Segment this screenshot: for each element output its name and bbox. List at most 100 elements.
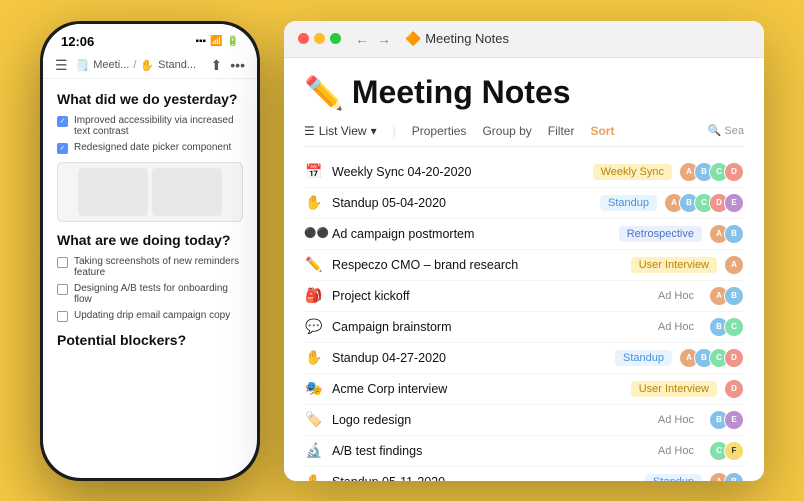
row-tag: User Interview (631, 381, 717, 397)
avatar: E (724, 410, 744, 430)
table-row[interactable]: 🎒 Project kickoff Ad Hoc A B (304, 281, 744, 312)
phone-status-bar: 12:06 ▪▪▪ 📶 🔋 (43, 24, 257, 53)
breadcrumb-part2: Stand... (158, 59, 196, 71)
search-icon: 🔍 (708, 124, 722, 137)
row-icon: ✋ (304, 194, 324, 211)
forward-icon[interactable]: → (377, 31, 391, 47)
checkbox-checked[interactable]: ✓ (57, 116, 68, 127)
row-avatars: A (729, 255, 744, 275)
window-traffic-lights (298, 33, 341, 44)
properties-button[interactable]: Properties (412, 124, 467, 138)
row-tag: Weekly Sync (593, 164, 672, 180)
sort-button[interactable]: Sort (590, 124, 614, 138)
back-icon[interactable]: ← (355, 31, 369, 47)
checklist-text: Taking screenshots of new reminders feat… (74, 256, 243, 278)
table-row[interactable]: 🔬 A/B test findings Ad Hoc C F (304, 436, 744, 467)
checklist-text: Designing A/B tests for onboarding flow (74, 283, 243, 305)
battery-icon: 🔋 (227, 36, 239, 47)
phone-device: 12:06 ▪▪▪ 📶 🔋 ☰ 🗒️ Meeti... / ✋ Stand...… (40, 21, 260, 481)
row-title: A/B test findings (332, 444, 642, 458)
row-tag: Ad Hoc (650, 319, 702, 335)
row-icon: 🎭 (304, 380, 324, 397)
row-tag: User Interview (631, 257, 717, 273)
table-row[interactable]: 📅 Weekly Sync 04-20-2020 Weekly Sync A B… (304, 157, 744, 188)
row-icon: ✋ (304, 473, 324, 481)
more-icon[interactable]: ••• (230, 57, 245, 74)
page-title-text: Meeting Notes (352, 74, 571, 111)
phone-section2-title: What are we doing today? (57, 232, 243, 248)
toolbar: ☰ List View ▾ | Properties Group by Filt… (304, 124, 744, 147)
toolbar-separator: | (393, 124, 396, 138)
row-avatars: C F (714, 441, 744, 461)
maximize-button[interactable] (330, 33, 341, 44)
row-avatars: A B (714, 224, 744, 244)
row-tag: Ad Hoc (650, 288, 702, 304)
table-row[interactable]: 🏷️ Logo redesign Ad Hoc B E (304, 405, 744, 436)
search-bar[interactable]: 🔍 Sea (708, 124, 744, 137)
table-row[interactable]: 🎭 Acme Corp interview User Interview D (304, 374, 744, 405)
row-avatars: A B C D (684, 348, 744, 368)
checkbox-unchecked[interactable] (57, 257, 68, 268)
phone-content: What did we do yesterday? ✓ Improved acc… (43, 79, 257, 478)
phone-topbar: ☰ 🗒️ Meeti... / ✋ Stand... ⬆ ••• (43, 53, 257, 79)
share-icon[interactable]: ⬆ (211, 57, 223, 74)
avatar: B (724, 286, 744, 306)
avatar: D (724, 162, 744, 182)
phone-section3: Potential blockers? (57, 332, 243, 348)
table-row[interactable]: ✋ Standup 05-11-2020 Standup A B (304, 467, 744, 481)
row-icon: 💬 (304, 318, 324, 335)
row-title: Standup 05-11-2020 (332, 475, 637, 481)
phone-checklist-item: Updating drip email campaign copy (57, 310, 243, 322)
phone-screen: 12:06 ▪▪▪ 📶 🔋 ☰ 🗒️ Meeti... / ✋ Stand...… (43, 24, 257, 478)
filter-button[interactable]: Filter (548, 124, 575, 138)
notes-table: 📅 Weekly Sync 04-20-2020 Weekly Sync A B… (304, 157, 744, 481)
group-by-button[interactable]: Group by (482, 124, 531, 138)
row-title: Ad campaign postmortem (332, 227, 611, 241)
checklist-text: Improved accessibility via increased tex… (74, 115, 243, 137)
hamburger-icon[interactable]: ☰ (55, 57, 68, 74)
avatar: B (724, 224, 744, 244)
window-title-icon: 🔶 (405, 31, 421, 47)
avatar: F (724, 441, 744, 461)
row-avatars: B C (714, 317, 744, 337)
phone-checklist-item: ✓ Redesigned date picker component (57, 142, 243, 154)
breadcrumb-icon2: ✋ (140, 59, 154, 72)
phone-time: 12:06 (61, 34, 94, 49)
row-title: Standup 04-27-2020 (332, 351, 607, 365)
row-title: Project kickoff (332, 289, 642, 303)
wifi-icon: 📶 (210, 36, 222, 47)
phone-image-placeholder (57, 162, 243, 222)
row-icon: 🎒 (304, 287, 324, 304)
checkbox-checked[interactable]: ✓ (57, 143, 68, 154)
row-avatars: B E (714, 410, 744, 430)
table-row[interactable]: ✋ Standup 05-04-2020 Standup A B C D E (304, 188, 744, 219)
row-title: Acme Corp interview (332, 382, 623, 396)
close-button[interactable] (298, 33, 309, 44)
window-title: 🔶 Meeting Notes (405, 31, 509, 47)
row-tag: Ad Hoc (650, 443, 702, 459)
window-titlebar: ← → 🔶 Meeting Notes (284, 21, 764, 58)
row-tag: Ad Hoc (650, 412, 702, 428)
row-tag: Retrospective (619, 226, 702, 242)
phone-checklist-item: Taking screenshots of new reminders feat… (57, 256, 243, 278)
phone-breadcrumb: 🗒️ Meeti... / ✋ Stand... (76, 59, 196, 72)
row-title: Weekly Sync 04-20-2020 (332, 165, 585, 179)
phone-topbar-actions: ⬆ ••• (211, 57, 245, 74)
checkbox-unchecked[interactable] (57, 311, 68, 322)
row-tag: Standup (600, 195, 657, 211)
checkbox-unchecked[interactable] (57, 284, 68, 295)
table-row[interactable]: 💬 Campaign brainstorm Ad Hoc B C (304, 312, 744, 343)
phone-checklist-item: ✓ Improved accessibility via increased t… (57, 115, 243, 137)
avatar: B (724, 472, 744, 481)
view-selector[interactable]: ☰ List View ▾ (304, 124, 377, 138)
window-nav: ← → (355, 31, 391, 47)
row-icon: 🔬 (304, 442, 324, 459)
row-avatars: A B C D E (669, 193, 744, 213)
table-row[interactable]: ✋ Standup 04-27-2020 Standup A B C D (304, 343, 744, 374)
table-row[interactable]: ✏️ Respeczo CMO – brand research User In… (304, 250, 744, 281)
window-title-text: Meeting Notes (425, 31, 509, 46)
chevron-down-icon: ▾ (371, 124, 377, 138)
avatar: D (724, 348, 744, 368)
table-row[interactable]: ⚫⚫ Ad campaign postmortem Retrospective … (304, 219, 744, 250)
minimize-button[interactable] (314, 33, 325, 44)
